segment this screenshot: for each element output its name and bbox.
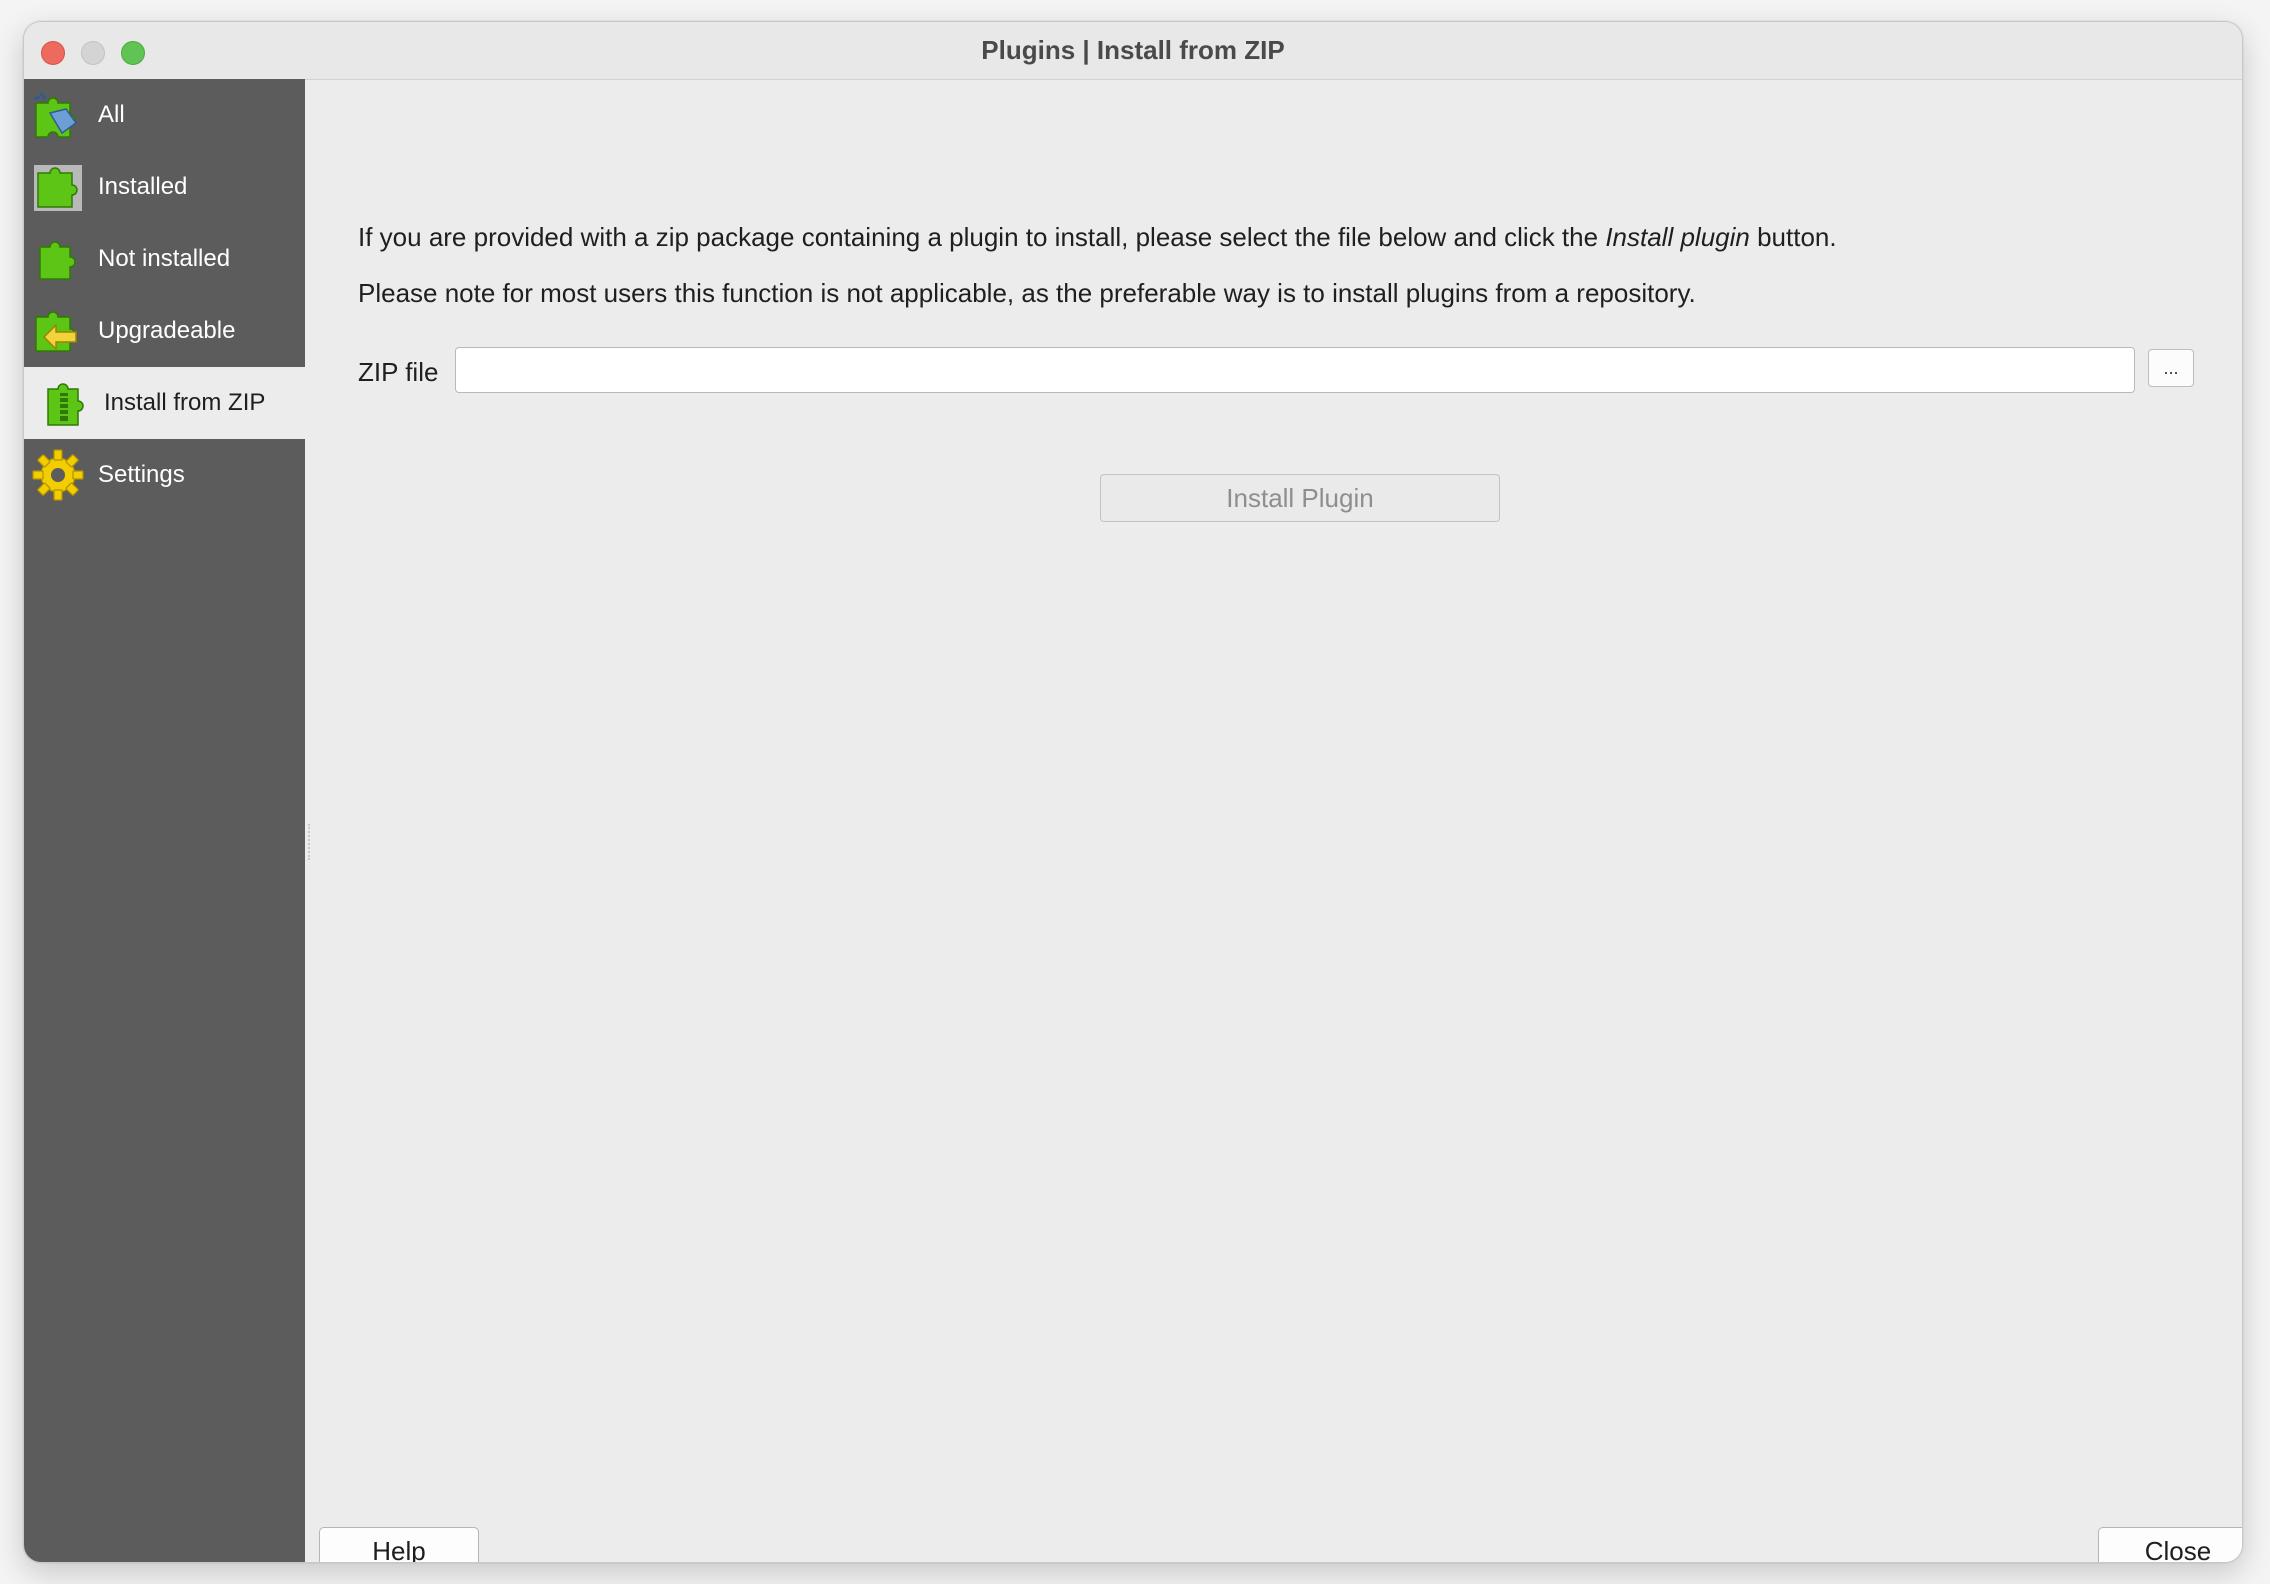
sidebar-item-label: Install from ZIP bbox=[104, 389, 266, 416]
zip-file-label: ZIP file bbox=[358, 357, 439, 387]
gear-icon bbox=[32, 449, 84, 501]
sidebar-item-label: Not installed bbox=[98, 245, 231, 272]
install-from-zip-panel: If you are provided with a zip package c… bbox=[305, 79, 2242, 1562]
plugin-zip-icon bbox=[47, 383, 84, 426]
plugins-dialog: Plugins | Install from ZIP All Installed bbox=[23, 21, 2243, 1563]
zip-file-input[interactable] bbox=[455, 347, 2135, 393]
sidebar-item-all[interactable]: All bbox=[24, 79, 305, 151]
plugin-installed-icon bbox=[34, 165, 82, 211]
intro-text-part: button. bbox=[1749, 222, 1837, 252]
plugin-all-icon bbox=[33, 91, 78, 138]
plugin-upgradeable-icon bbox=[35, 311, 77, 352]
sidebar-item-label: Settings bbox=[98, 461, 185, 488]
intro-text: If you are provided with a zip package c… bbox=[358, 222, 1837, 253]
splitter-handle[interactable] bbox=[308, 824, 312, 860]
sidebar-item-not-installed[interactable]: Not installed bbox=[24, 223, 305, 295]
sidebar-item-upgradeable[interactable]: Upgradeable bbox=[24, 295, 305, 367]
intro-text-emphasis: Install plugin bbox=[1605, 222, 1750, 252]
sidebar-item-install-from-zip[interactable]: Install from ZIP bbox=[24, 367, 305, 439]
intro-text-part: If you are provided with a zip package c… bbox=[358, 222, 1606, 252]
sidebar-item-label: All bbox=[98, 101, 125, 128]
browse-button[interactable]: ... bbox=[2148, 349, 2194, 387]
sidebar-item-label: Installed bbox=[98, 173, 188, 200]
install-plugin-button[interactable]: Install Plugin bbox=[1100, 474, 1500, 522]
sidebar-item-settings[interactable]: Settings bbox=[24, 439, 305, 511]
close-button[interactable]: Close bbox=[2098, 1527, 2242, 1562]
sidebar-item-installed[interactable]: Installed bbox=[24, 151, 305, 223]
help-button[interactable]: Help bbox=[319, 1527, 479, 1562]
plugin-not-installed-icon bbox=[39, 241, 76, 280]
window-title: Plugins | Install from ZIP bbox=[981, 35, 1285, 65]
title-bar: Plugins | Install from ZIP bbox=[24, 22, 2242, 80]
note-text: Please note for most users this function… bbox=[358, 278, 1696, 308]
sidebar: All Installed Not installed Upgradeable bbox=[24, 79, 305, 1562]
sidebar-item-label: Upgradeable bbox=[98, 317, 236, 344]
